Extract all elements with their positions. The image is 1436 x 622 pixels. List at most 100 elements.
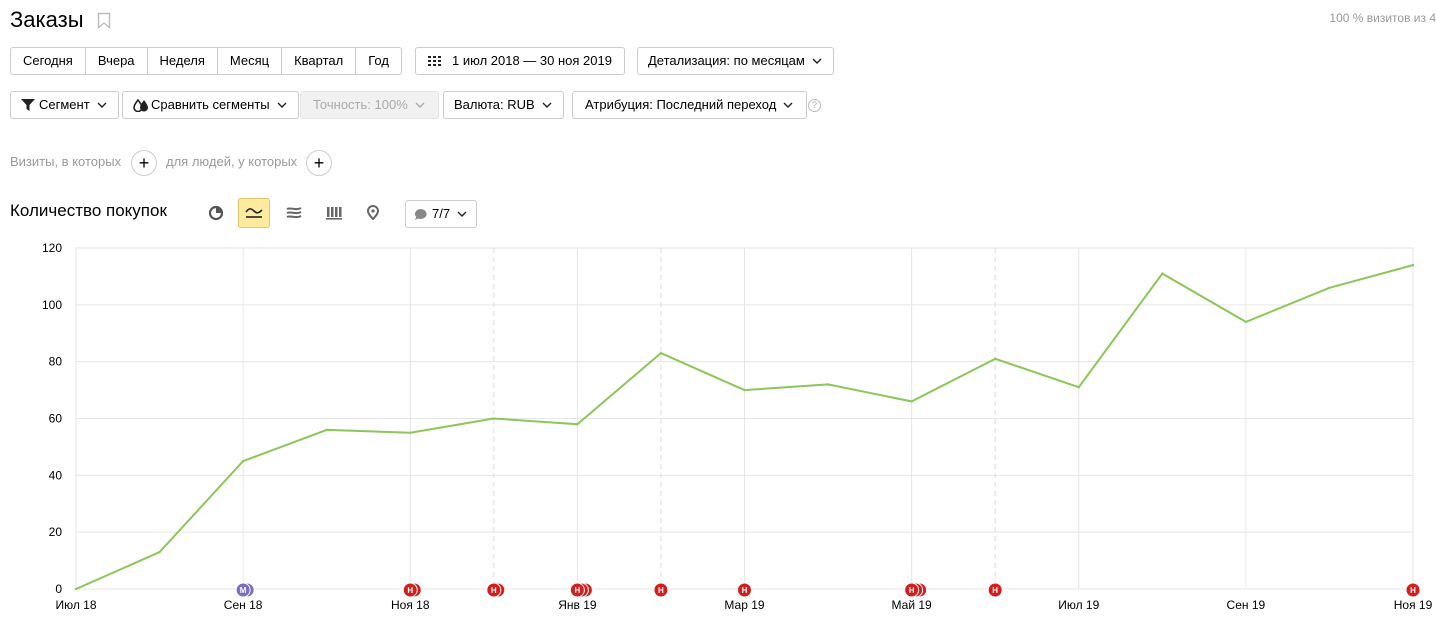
compare-drops-icon	[133, 98, 148, 112]
x-tick-label: Июл 19	[1058, 598, 1099, 612]
data-point	[993, 357, 997, 361]
y-tick-label: 120	[42, 241, 62, 255]
data-point	[576, 422, 579, 426]
data-point	[241, 459, 245, 463]
note-badge-label: Н	[992, 586, 998, 595]
detail-dropdown[interactable]: Детализация: по месяцам	[637, 47, 834, 75]
note-badge-label: Н	[1410, 586, 1416, 595]
sampling-coverage: 100 % визитов из 4	[1329, 11, 1436, 25]
help-icon[interactable]: ?	[808, 99, 821, 112]
add-visits-condition-button[interactable]: +	[131, 150, 157, 176]
y-tick-label: 20	[49, 525, 63, 539]
y-tick-label: 0	[55, 582, 62, 596]
period-week-button[interactable]: Неделя	[148, 48, 218, 74]
area-chart-type-button[interactable]	[278, 198, 310, 228]
y-tick-label: 60	[49, 412, 63, 426]
note-badge-label: Н	[658, 586, 664, 595]
add-people-condition-button[interactable]: +	[306, 150, 332, 176]
period-today-button[interactable]: Сегодня	[11, 48, 86, 74]
pie-chart-icon	[208, 205, 224, 221]
data-point	[1077, 386, 1080, 389]
map-pin-icon	[366, 205, 380, 221]
chevron-down-icon	[542, 102, 552, 108]
period-button-group: Сегодня Вчера Неделя Месяц Квартал Год	[10, 47, 402, 75]
note-badge-label: Н	[574, 586, 580, 595]
chevron-down-icon	[415, 102, 425, 108]
chevron-down-icon	[97, 102, 107, 108]
pie-chart-type-button[interactable]	[200, 198, 232, 228]
period-quarter-button[interactable]: Квартал	[282, 48, 357, 74]
chevron-down-icon	[783, 102, 793, 108]
x-tick-label: Июл 18	[55, 598, 96, 612]
currency-dropdown[interactable]: Валюта: RUB	[443, 91, 564, 119]
note-badge[interactable]: Н	[1405, 582, 1421, 598]
note-badge[interactable]: Н	[569, 582, 593, 598]
chart-title: Количество покупок	[10, 201, 167, 220]
note-badge-label: Н	[491, 586, 497, 595]
note-badge[interactable]: Н	[904, 582, 928, 598]
chevron-down-icon	[277, 102, 287, 108]
calendar-icon	[428, 56, 441, 66]
compare-segments-dropdown[interactable]: Сравнить сегменты	[122, 91, 299, 119]
note-badge-label: Н	[909, 586, 915, 595]
page-title: Заказы	[10, 7, 84, 32]
note-badge-label: Н	[742, 586, 748, 595]
note-badge[interactable]: Н	[987, 582, 1003, 598]
accuracy-label: Точность: 100%	[313, 97, 408, 112]
bar-chart-icon	[326, 207, 342, 220]
people-filter-label: для людей, у которых	[166, 154, 298, 169]
x-tick-label: Ноя 18	[391, 598, 430, 612]
bar-chart-type-button[interactable]	[318, 198, 350, 228]
line-chart-type-button[interactable]	[238, 198, 270, 228]
comment-icon	[415, 208, 427, 220]
bookmark-icon[interactable]	[97, 12, 111, 29]
data-point	[1328, 286, 1331, 289]
compare-label: Сравнить сегменты	[151, 97, 270, 112]
chevron-down-icon	[812, 58, 822, 64]
funnel-icon	[21, 99, 35, 111]
note-badge[interactable]: Н	[653, 582, 669, 598]
period-yesterday-button[interactable]: Вчера	[86, 48, 148, 74]
segment-label: Сегмент	[39, 97, 90, 112]
note-badge-label: М	[240, 586, 247, 595]
x-tick-label: Ноя 19	[1394, 598, 1433, 612]
x-tick-label: Янв 19	[558, 598, 597, 612]
segment-dropdown[interactable]: Сегмент	[10, 91, 119, 119]
data-point	[1244, 320, 1248, 324]
y-tick-label: 80	[49, 355, 63, 369]
area-chart-icon	[286, 207, 302, 219]
period-year-button[interactable]: Год	[356, 48, 401, 74]
note-badge[interactable]: М	[235, 582, 255, 598]
data-point	[1411, 263, 1415, 267]
line-chart-icon	[245, 208, 263, 218]
x-tick-label: Сен 18	[224, 598, 263, 612]
currency-label: Валюта: RUB	[454, 97, 535, 112]
data-point	[659, 351, 663, 355]
data-point	[1161, 272, 1164, 275]
x-tick-label: Сен 19	[1227, 598, 1266, 612]
note-badge[interactable]: Н	[402, 582, 422, 598]
data-point	[74, 587, 78, 591]
y-tick-label: 40	[49, 468, 63, 482]
note-badge[interactable]: Н	[737, 582, 752, 598]
note-badge-label: Н	[407, 586, 413, 595]
notes-count: 7/7	[432, 206, 451, 221]
notes-dropdown[interactable]: 7/7	[405, 200, 478, 228]
data-point	[492, 417, 496, 420]
note-badge[interactable]: Н	[486, 582, 506, 598]
x-tick-label: Май 19	[892, 598, 933, 612]
data-point	[826, 383, 830, 386]
attribution-label: Атрибуция: Последний переход	[585, 97, 777, 112]
purchases-line-chart: 0 20 40 60 80 100 120 Июл 18 Сен 18 Ноя 18 Янв 19 М…	[42, 241, 1433, 612]
visits-filter-label: Визиты, в которых	[10, 154, 122, 169]
period-month-button[interactable]: Месяц	[218, 48, 283, 74]
detail-label: Детализация: по месяцам	[648, 53, 805, 68]
attribution-dropdown[interactable]: Атрибуция: Последний переход	[572, 91, 808, 119]
x-tick-label: Мар 19	[724, 598, 764, 612]
data-point	[409, 431, 412, 434]
map-chart-type-button[interactable]	[357, 198, 389, 228]
chevron-down-icon	[457, 211, 467, 217]
y-tick-label: 100	[42, 298, 62, 312]
data-point	[910, 400, 913, 403]
date-range-picker[interactable]: 1 июл 2018 — 30 ноя 2019	[415, 47, 625, 75]
